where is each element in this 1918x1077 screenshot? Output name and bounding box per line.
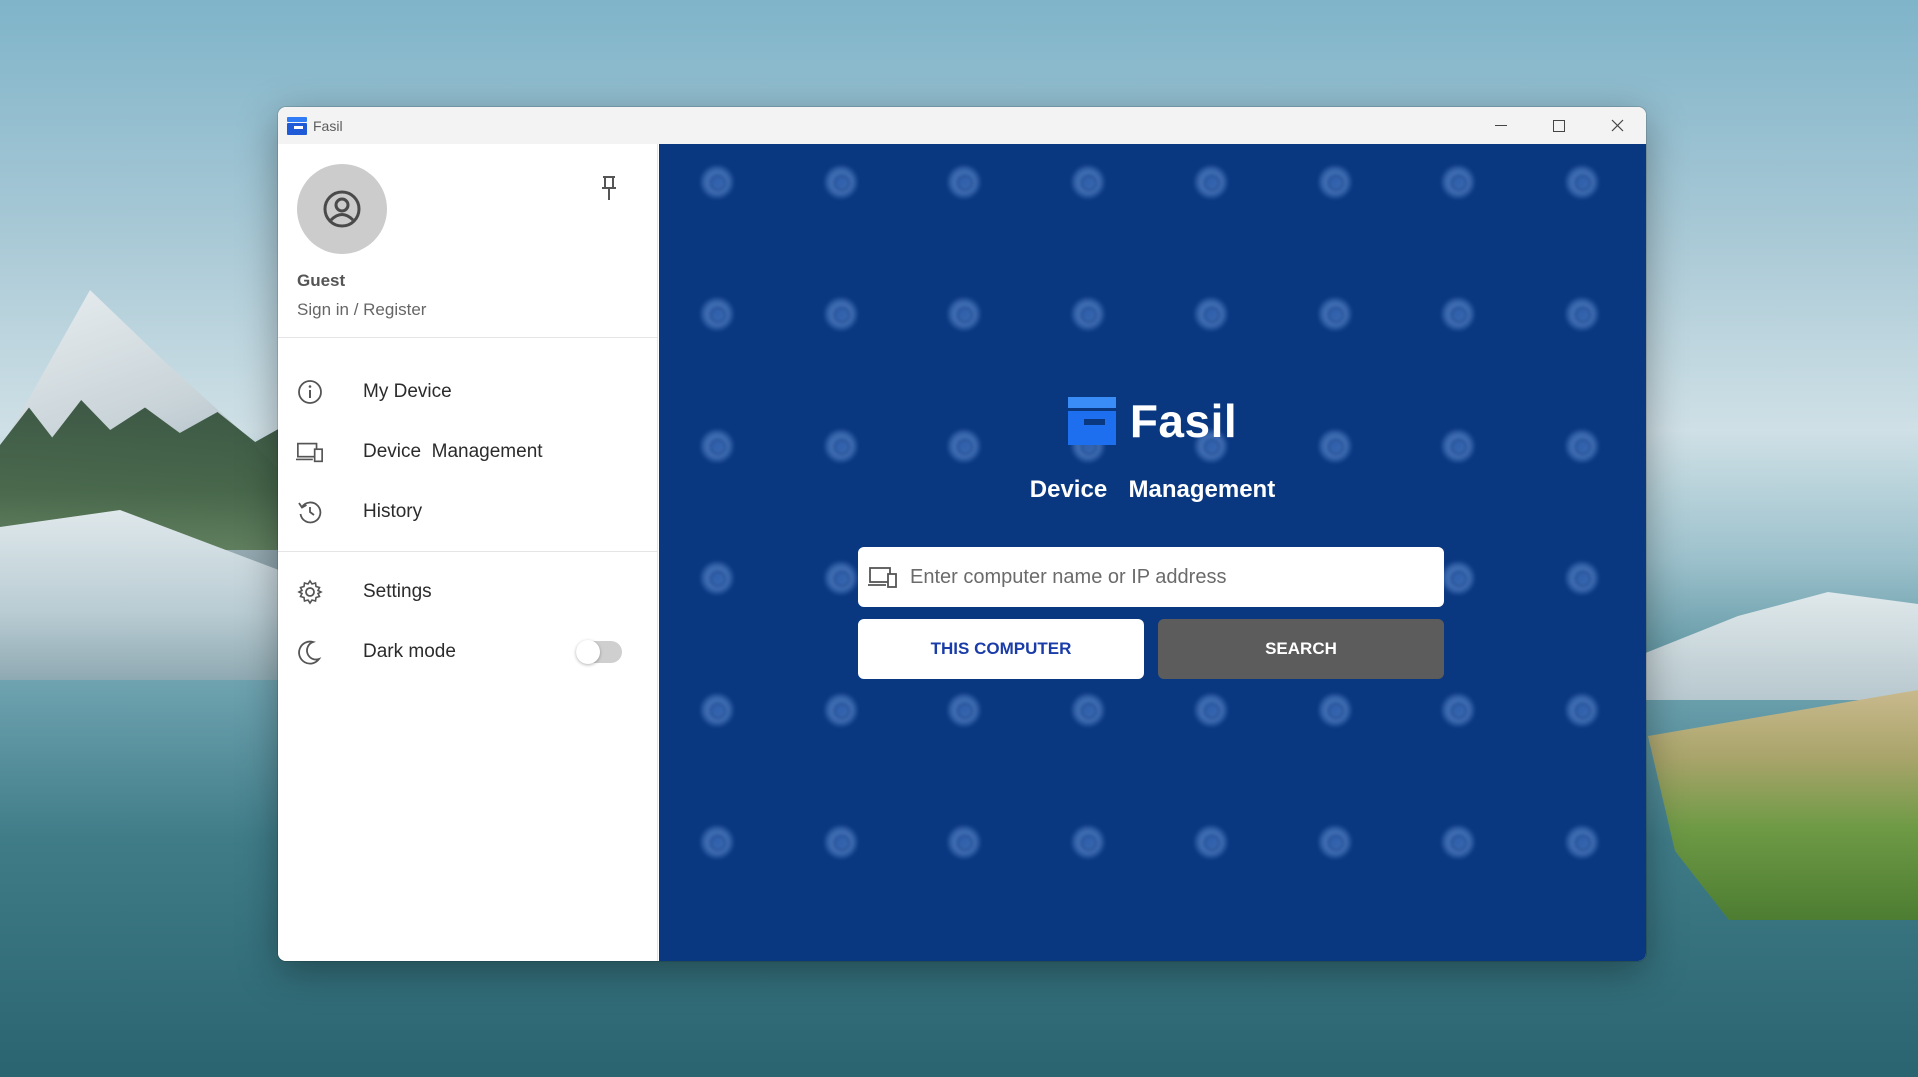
pattern-info-icon xyxy=(1317,165,1352,199)
sidebar: Guest Sign in / Register My Device Devic… xyxy=(278,144,658,961)
pattern-info-icon xyxy=(947,693,981,727)
maximize-button[interactable] xyxy=(1530,107,1588,144)
gear-icon xyxy=(296,578,324,606)
devices-icon xyxy=(868,567,897,588)
pattern-info-icon xyxy=(1194,693,1228,727)
pattern-info-icon xyxy=(823,165,858,199)
title-bar[interactable]: Fasil xyxy=(278,107,1646,144)
pattern-info-icon xyxy=(700,825,734,859)
close-icon xyxy=(1611,119,1623,132)
sidebar-item-history[interactable]: History xyxy=(278,486,657,538)
pattern-info-icon xyxy=(700,297,734,331)
sidebar-item-my-device[interactable]: My Device xyxy=(278,366,657,418)
brand-name: Fasil xyxy=(1129,395,1238,447)
fasil-logo-icon xyxy=(287,116,307,135)
pattern-info-icon xyxy=(1441,693,1475,727)
fasil-logo-icon xyxy=(1067,397,1116,445)
minimize-icon xyxy=(1495,125,1507,126)
maximize-icon xyxy=(1553,119,1565,132)
signin-register-link[interactable]: Sign in / Register xyxy=(297,300,426,320)
avatar[interactable] xyxy=(297,164,387,254)
pattern-info-icon xyxy=(1070,165,1105,199)
pattern-info-icon xyxy=(1194,165,1228,199)
minimize-button[interactable] xyxy=(1472,107,1530,144)
pattern-info-icon xyxy=(947,165,981,199)
devices-icon xyxy=(296,438,324,466)
dark-mode-toggle[interactable] xyxy=(576,640,622,664)
sidebar-item-label: Settings xyxy=(363,581,432,602)
pattern-info-icon xyxy=(1441,297,1475,331)
app-window: Fasil Guest Sign in / Register My Device… xyxy=(278,107,1646,961)
sidebar-item-label: History xyxy=(363,501,423,522)
sidebar-item-settings[interactable]: Settings xyxy=(278,566,657,618)
pattern-info-icon xyxy=(1564,825,1599,859)
search-box xyxy=(858,547,1444,607)
pattern-info-icon xyxy=(947,297,981,331)
desktop-wallpaper-hill xyxy=(1618,592,1918,700)
pattern-info-icon xyxy=(823,693,858,727)
pattern-info-icon xyxy=(1441,165,1475,199)
sidebar-item-label: My Device xyxy=(363,381,452,402)
pattern-info-icon xyxy=(1317,297,1352,331)
pattern-info-icon xyxy=(700,561,734,595)
main-panel: Fasil Device Management THIS COMPUTER SE… xyxy=(659,144,1646,961)
divider xyxy=(278,337,657,338)
page-subtitle: Device Management xyxy=(1029,476,1276,503)
divider xyxy=(278,551,657,552)
pattern-info-icon xyxy=(947,825,981,859)
pattern-info-icon xyxy=(1564,165,1599,199)
pattern-info-icon xyxy=(1317,693,1352,727)
sidebar-item-dark-mode: Dark mode xyxy=(278,626,657,678)
moon-icon xyxy=(296,638,324,666)
pattern-info-icon xyxy=(823,561,858,595)
pattern-info-icon xyxy=(1564,693,1599,727)
pattern-info-icon xyxy=(1564,561,1599,595)
sidebar-item-device-management[interactable]: Device Management xyxy=(278,426,657,478)
pattern-info-icon xyxy=(1070,825,1105,859)
sidebar-item-label: Device Management xyxy=(363,441,543,462)
window-controls xyxy=(1472,107,1646,144)
info-icon xyxy=(296,378,324,406)
computer-search-input[interactable] xyxy=(908,556,1432,598)
sidebar-item-label: Dark mode xyxy=(363,641,456,662)
pattern-info-icon xyxy=(1194,297,1228,331)
pattern-info-icon xyxy=(1194,825,1228,859)
window-title: Fasil xyxy=(313,117,343,134)
pattern-info-icon xyxy=(700,693,734,727)
user-icon xyxy=(323,190,361,228)
pattern-info-icon xyxy=(1317,825,1352,859)
pattern-info-icon xyxy=(823,297,858,331)
user-name: Guest xyxy=(297,271,346,290)
toggle-knob xyxy=(576,640,600,664)
pattern-info-icon xyxy=(700,165,734,199)
this-computer-button[interactable]: THIS COMPUTER xyxy=(858,619,1144,679)
close-button[interactable] xyxy=(1588,107,1646,144)
pattern-info-icon xyxy=(823,825,858,859)
pin-icon[interactable] xyxy=(598,174,620,204)
pattern-info-icon xyxy=(1441,825,1475,859)
pattern-info-icon xyxy=(1441,561,1475,595)
pattern-info-icon xyxy=(1070,297,1105,331)
history-icon xyxy=(296,498,324,526)
pattern-info-icon xyxy=(1070,693,1105,727)
search-button[interactable]: SEARCH xyxy=(1158,619,1444,679)
pattern-info-icon xyxy=(1564,297,1599,331)
brand-header: Fasil Device Management xyxy=(659,394,1646,504)
